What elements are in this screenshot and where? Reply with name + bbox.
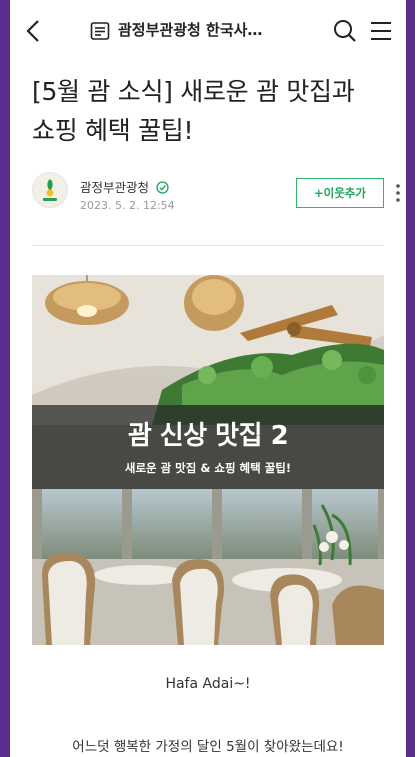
guam-logo-icon [43,179,57,201]
author-name-text[interactable]: 괌정부관광청 [80,180,149,195]
banner-subtitle: 새로운 괌 맛집 & 쇼핑 혜택 꿀팁! [124,461,292,475]
blog-title[interactable]: 괌정부관광청 한국사… [118,19,308,40]
top-bar: 괌정부관광청 한국사… [10,0,406,62]
post-title-line-2: 쇼핑 혜택 꿀팁! [32,116,194,145]
back-arrow-icon[interactable] [22,18,46,44]
more-options-icon[interactable] [395,182,401,204]
divider [32,245,384,246]
banner-title: 괌 신상 맛집 2 [127,421,289,451]
menu-icon[interactable] [369,20,393,42]
author-avatar[interactable] [32,172,68,208]
blog-list-icon [90,22,110,40]
verified-check-icon [156,181,169,194]
photo-banner: 괌 신상 맛집 2 새로운 괌 맛집 & 쇼핑 혜택 꿀팁! [32,405,384,489]
author-name[interactable]: 괌정부관광청 [80,177,169,196]
restaurant-photo[interactable]: 괌 신상 맛집 2 새로운 괌 맛집 & 쇼핑 혜택 꿀팁! [32,275,384,645]
search-icon[interactable] [332,18,358,44]
post-title-line-1: [5월 괌 소식] 새로운 괌 맛집과 [32,77,355,106]
app-frame: 괌정부관광청 한국사… [5월 괌 소식] 새로운 괌 맛집과 쇼핑 혜택 꿀팁… [10,0,406,757]
body-text: 어느덧 행복한 가정의 달인 5월이 찾아왔는데요! [72,739,344,755]
post-date: 2023. 5. 2. 12:54 [80,199,175,212]
post-title: [5월 괌 소식] 새로운 괌 맛집과 쇼핑 혜택 꿀팁! [32,72,397,150]
add-neighbor-button[interactable]: +이웃추가 [296,178,384,208]
greeting-text: Hafa Adai~! [165,676,251,692]
